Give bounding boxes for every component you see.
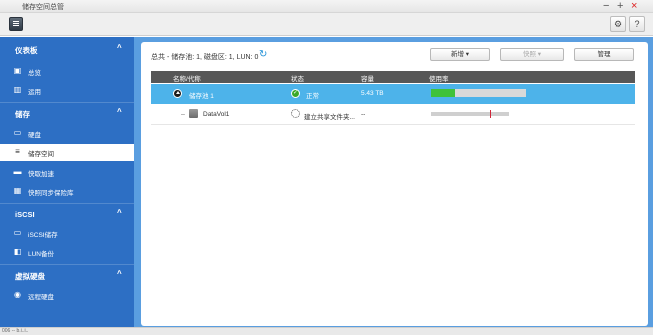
- remote-disk-icon: ◉: [14, 290, 21, 299]
- volume-usage-bar: [431, 112, 509, 116]
- table-row[interactable]: DataVol1 建立共享文件夹... --: [151, 105, 635, 125]
- storage-space-icon: ≡: [15, 147, 20, 156]
- window-titlebar: 储存空间总管 − + ×: [0, 0, 653, 13]
- sidebar-section-virtual-disk[interactable]: 虚拟硬盘 ^: [0, 265, 134, 285]
- manage-button[interactable]: 管理: [574, 48, 634, 61]
- storage-manager-icon[interactable]: [9, 17, 23, 31]
- column-header-status[interactable]: 状态: [291, 73, 304, 83]
- new-button[interactable]: 新增 ▾: [430, 48, 490, 61]
- sidebar: 仪表板 ^ ▣ 总览 ▥ 运用 储存 ^ ▭ 硬盘 ≡ 储存空间 ▬ 快取加速 …: [0, 37, 134, 327]
- chevron-up-icon[interactable]: ^: [117, 269, 122, 278]
- sidebar-item-iscsi-storage[interactable]: ▭ iSCSI储存: [0, 225, 134, 242]
- sidebar-item-label: 储存空间: [28, 151, 54, 158]
- volume-status: 建立共享文件夹...: [304, 114, 355, 121]
- app-toolbar: ⚙ ?: [0, 13, 653, 36]
- column-header-usage[interactable]: 使用率: [429, 73, 449, 83]
- check-icon: ✓: [291, 89, 300, 98]
- sidebar-item-label: iSCSI储存: [28, 232, 58, 239]
- sidebar-item-label: 远程硬盘: [28, 294, 54, 301]
- usage-bar-fill: [431, 89, 455, 97]
- sidebar-item-remote-disk[interactable]: ◉ 远程硬盘: [0, 287, 134, 304]
- volume-capacity: --: [361, 111, 366, 118]
- sidebar-section-dashboard[interactable]: 仪表板 ^: [0, 39, 134, 59]
- overview-icon: ▣: [13, 66, 22, 75]
- window-title: 储存空间总管: [22, 4, 64, 11]
- sidebar-item-storage-space[interactable]: ≡ 储存空间: [0, 144, 134, 161]
- minimize-icon[interactable]: −: [603, 0, 609, 12]
- status-text: 006 -- b.i..i..: [2, 328, 29, 334]
- chevron-up-icon[interactable]: ^: [117, 107, 122, 116]
- sidebar-section-iscsi[interactable]: iSCSI ^: [0, 204, 134, 224]
- help-icon[interactable]: ?: [629, 16, 645, 32]
- disk-icon: ▭: [13, 128, 22, 137]
- status-strip: 006 -- b.i..i..: [0, 327, 653, 335]
- close-icon[interactable]: ×: [631, 0, 637, 12]
- sidebar-section-label: 仪表板: [15, 46, 38, 55]
- cache-icon: ▬: [13, 167, 22, 176]
- volume-name: DataVol1: [203, 111, 230, 118]
- gear-icon[interactable]: ⚙: [610, 16, 626, 32]
- chevron-up-icon[interactable]: ^: [117, 43, 122, 52]
- sidebar-item-label: 运用: [28, 89, 41, 96]
- sidebar-item-label: 快取加速: [28, 171, 54, 178]
- usage-bar: [431, 89, 526, 97]
- sidebar-section-label: 储存: [15, 110, 30, 119]
- volume-usage-marker: [490, 110, 492, 118]
- sidebar-section-storage[interactable]: 储存 ^: [0, 103, 134, 123]
- sidebar-item-label: 硬盘: [28, 132, 41, 139]
- storage-summary: 总共 - 储存池: 1, 磁盘区: 1, LUN: 0: [151, 54, 259, 61]
- volume-icon: [189, 109, 198, 118]
- pool-status: 正常: [306, 93, 319, 100]
- pool-capacity: 5.43 TB: [361, 90, 384, 97]
- snapshot-button[interactable]: 快照 ▾: [500, 48, 564, 61]
- sidebar-item-overview[interactable]: ▣ 总览: [0, 63, 134, 80]
- pool-name: 储存池 1: [189, 93, 214, 100]
- chevron-up-icon[interactable]: ^: [117, 208, 122, 217]
- column-header-name[interactable]: 名称/代称: [173, 73, 201, 83]
- refresh-icon[interactable]: ↻: [259, 49, 270, 60]
- sidebar-item-cache[interactable]: ▬ 快取加速: [0, 164, 134, 181]
- lun-backup-icon: ◧: [13, 247, 22, 256]
- sidebar-item-label: 快照同步保险库: [28, 190, 74, 197]
- column-header-capacity[interactable]: 容量: [361, 73, 374, 83]
- utilization-icon: ▥: [13, 85, 22, 94]
- sidebar-item-snapshot-vault[interactable]: ▦ 快照同步保险库: [0, 183, 134, 200]
- maximize-icon[interactable]: +: [617, 0, 623, 12]
- iscsi-storage-icon: ▭: [13, 228, 22, 237]
- sidebar-section-label: 虚拟硬盘: [15, 272, 45, 281]
- storage-pool-icon: [173, 89, 182, 98]
- snapshot-vault-icon: ▦: [13, 186, 22, 195]
- sidebar-item-lun-backup[interactable]: ◧ LUN备份: [0, 244, 134, 261]
- table-header: 名称/代称 状态 容量 使用率: [151, 71, 635, 83]
- sidebar-item-label: LUN备份: [28, 251, 55, 258]
- sidebar-item-disks[interactable]: ▭ 硬盘: [0, 125, 134, 142]
- table-row[interactable]: 储存池 1 正常 5.43 TB: [151, 84, 635, 104]
- sidebar-item-utilization[interactable]: ▥ 运用: [0, 82, 134, 99]
- loading-spinner-icon: [291, 109, 300, 118]
- sidebar-item-label: 总览: [28, 70, 41, 77]
- tree-connector-icon: –: [181, 111, 185, 118]
- sidebar-section-label: iSCSI: [15, 210, 35, 219]
